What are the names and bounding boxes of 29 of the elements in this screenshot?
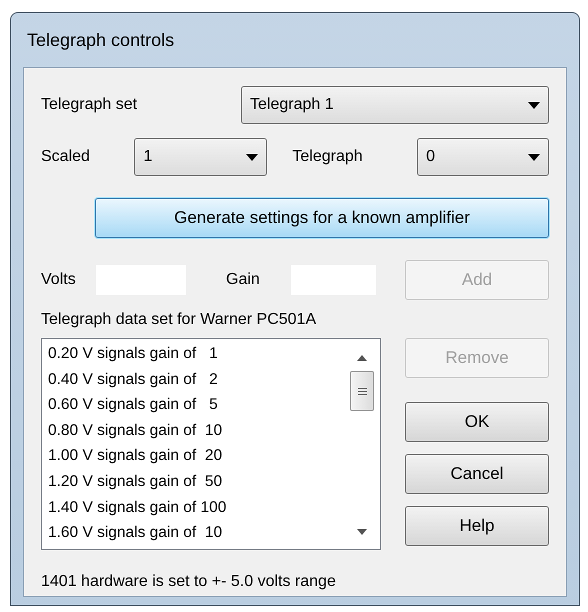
- field-label: Scaled: [41, 147, 91, 167]
- dropdown[interactable]: Telegraph 1: [241, 86, 549, 124]
- list-item[interactable]: 0.20 V signals gain of 1: [48, 341, 348, 367]
- dropdown[interactable]: 0: [417, 138, 549, 176]
- dialog-button[interactable]: OK: [405, 402, 549, 442]
- generate-button[interactable]: Generate settings for a known amplifier: [95, 198, 549, 238]
- scroll-thumb[interactable]: [350, 371, 374, 411]
- window-title: Telegraph controls: [27, 28, 174, 52]
- scroll-up-icon[interactable]: [357, 355, 367, 361]
- status-text: 1401 hardware is set to +- 5.0 volts range: [41, 572, 337, 592]
- caret-icon: [528, 154, 540, 160]
- dialog-button[interactable]: Help: [405, 506, 549, 546]
- dropdown[interactable]: 1: [134, 138, 268, 176]
- field-label: Volts: [41, 270, 77, 290]
- field-label: Telegraph set: [41, 95, 138, 115]
- field-label: Telegraph: [292, 147, 364, 167]
- list-item[interactable]: 1.60 V signals gain of 10: [48, 520, 348, 546]
- dialog-button[interactable]: Cancel: [405, 454, 549, 494]
- caret-icon: [246, 154, 258, 160]
- field-label: Gain: [226, 270, 261, 290]
- list-item[interactable]: 1.20 V signals gain of 50: [48, 468, 348, 495]
- list-item[interactable]: 0.40 V signals gain of 2: [48, 366, 348, 392]
- caret-icon: [528, 102, 540, 108]
- list-item[interactable]: 1.00 V signals gain of 20: [48, 443, 348, 469]
- list-item[interactable]: 0.60 V signals gain of 5: [48, 392, 348, 418]
- list-item[interactable]: 0.80 V signals gain of 10: [48, 418, 348, 444]
- list-item[interactable]: 1.40 V signals gain of 100: [48, 494, 348, 520]
- scroll-down-icon[interactable]: [357, 529, 367, 535]
- list-caption: Telegraph data set for Warner PC501A: [41, 310, 318, 330]
